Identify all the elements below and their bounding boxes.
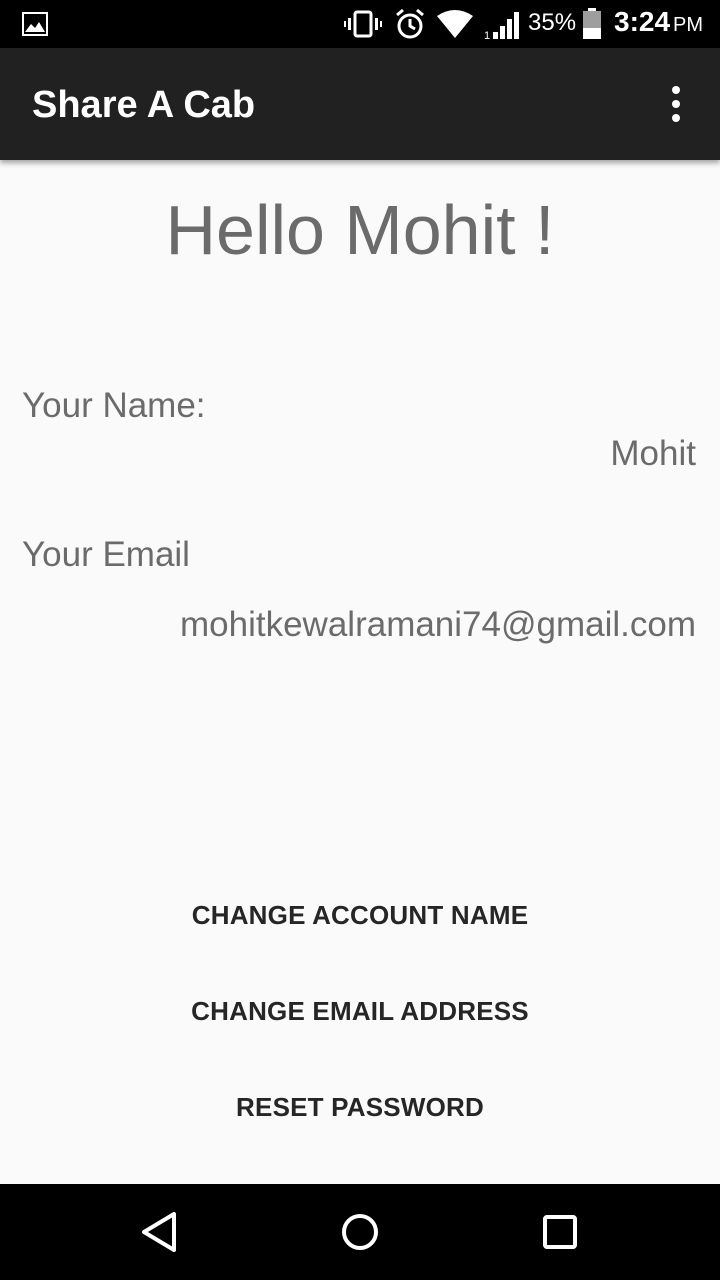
overflow-dot: [672, 100, 680, 108]
home-icon[interactable]: [336, 1208, 384, 1256]
svg-text:1: 1: [484, 30, 490, 40]
clock: 3:24 PM: [614, 6, 703, 38]
vibrate-icon: [344, 10, 382, 38]
status-bar: 1 35% 3:24 PM: [0, 0, 720, 48]
overflow-dot: [672, 86, 680, 94]
battery-percent: 35%: [528, 9, 577, 36]
change-account-name-button[interactable]: CHANGE ACCOUNT NAME: [0, 880, 720, 950]
name-value: Mohit: [610, 434, 696, 473]
app-bar: Share A Cab: [0, 48, 720, 160]
image-icon: [22, 12, 48, 36]
greeting-heading: Hello Mohit !: [165, 191, 555, 269]
alarm-icon: [396, 8, 424, 39]
clock-time: 3:24: [614, 6, 671, 37]
wifi-icon: [437, 10, 473, 38]
battery-icon: [583, 8, 601, 39]
overflow-dot: [672, 114, 680, 122]
name-label: Your Name:: [22, 386, 206, 425]
recent-apps-icon[interactable]: [536, 1208, 584, 1256]
app-title: Share A Cab: [32, 84, 256, 126]
overflow-menu-icon[interactable]: [656, 80, 696, 128]
signal-icon: 1: [484, 12, 519, 40]
change-email-address-button[interactable]: CHANGE EMAIL ADDRESS: [0, 976, 720, 1046]
reset-password-button[interactable]: RESET PASSWORD: [0, 1072, 720, 1142]
email-value: mohitkewalramani74@gmail.com: [180, 605, 696, 644]
clock-ampm: PM: [673, 14, 704, 36]
back-icon[interactable]: [136, 1208, 184, 1256]
navigation-bar: [0, 1184, 720, 1280]
email-label: Your Email: [22, 535, 190, 574]
